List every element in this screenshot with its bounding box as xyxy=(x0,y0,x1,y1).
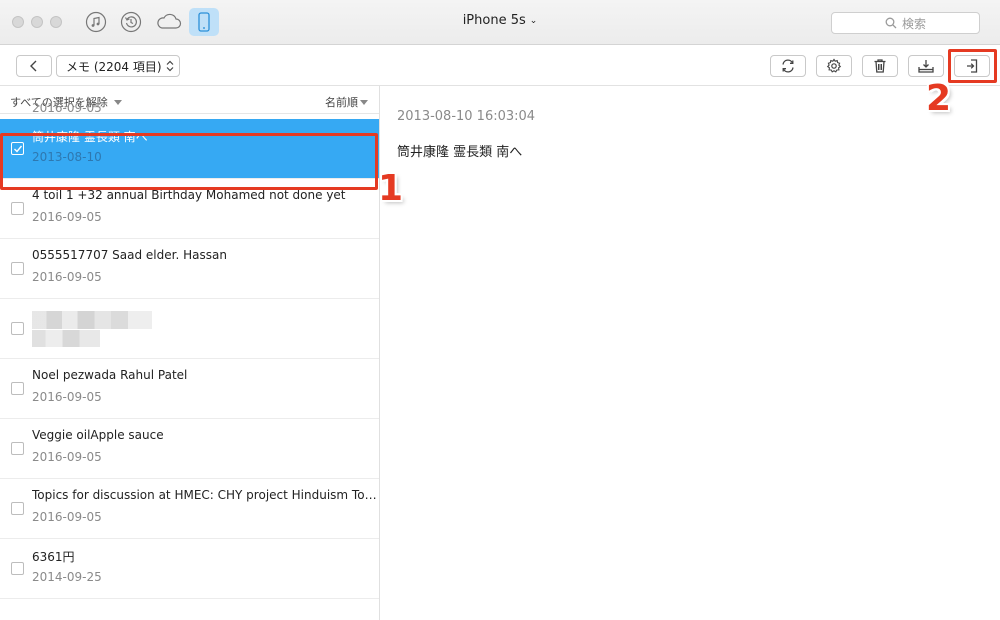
device-selector[interactable]: iPhone 5s ⌄ xyxy=(463,13,538,28)
step1-label: 1 xyxy=(378,168,404,209)
item-checkbox[interactable] xyxy=(11,322,24,335)
chevron-down-icon: ⌄ xyxy=(529,16,538,26)
cloud-icon[interactable] xyxy=(154,9,184,35)
export-to-computer-icon xyxy=(918,60,934,73)
history-icon[interactable] xyxy=(118,9,144,35)
list-item-date: 2014-09-25 xyxy=(32,570,102,584)
list-item-date: 2016-09-05 xyxy=(32,390,102,404)
toolbar: メモ (2204 項目) xyxy=(0,46,1000,86)
list-item[interactable]: Veggie oilApple sauce 2016-09-05 xyxy=(0,419,379,479)
phone-icon[interactable] xyxy=(189,8,219,36)
trash-icon xyxy=(874,59,886,73)
list-item-date: 2016-09-05 xyxy=(32,101,102,115)
list-item-title: Veggie oilApple sauce xyxy=(32,428,164,442)
refresh-button[interactable] xyxy=(770,55,806,77)
refresh-icon xyxy=(782,59,794,73)
list-item-title: 4 toil 1 +32 annual Birthday Mohamed not… xyxy=(32,188,346,202)
list-item[interactable]: Topics for discussion at HMEC: CHY proje… xyxy=(0,479,379,539)
item-checkbox[interactable] xyxy=(11,262,24,275)
list-item[interactable] xyxy=(0,299,379,359)
step2-highlight-box xyxy=(948,49,997,83)
note-timestamp: 2013-08-10 16:03:04 xyxy=(397,109,536,124)
music-icon[interactable] xyxy=(83,9,109,35)
step2-label: 2 xyxy=(926,78,952,119)
list-item[interactable]: Noel pezwada Rahul Patel 2016-09-05 xyxy=(0,359,379,419)
list-item-date: 2016-09-05 xyxy=(32,450,102,464)
device-name: iPhone 5s xyxy=(462,13,526,28)
search-input[interactable]: 検索 xyxy=(831,12,980,34)
step1-highlight-box xyxy=(0,133,378,190)
redacted-title xyxy=(32,311,152,329)
updown-chevron-icon xyxy=(166,60,173,72)
zoom-window-button[interactable] xyxy=(50,16,62,28)
minimize-window-button[interactable] xyxy=(31,16,43,28)
list-item-date: 2016-09-05 xyxy=(32,510,102,524)
note-detail-panel: 2013-08-10 16:03:04 筒井康隆 霊長類 南へ xyxy=(381,86,1000,620)
back-button[interactable] xyxy=(16,55,52,77)
list-item[interactable]: 0555517707 Saad elder. Hassan 2016-09-05 xyxy=(0,239,379,299)
item-checkbox[interactable] xyxy=(11,502,24,515)
chevron-left-icon xyxy=(30,60,37,72)
settings-icon xyxy=(826,58,842,73)
export-to-computer-button[interactable] xyxy=(908,55,944,77)
category-select-label: メモ (2204 項目) xyxy=(66,59,162,74)
item-checkbox[interactable] xyxy=(11,562,24,575)
list-item-date: 2016-09-05 xyxy=(32,210,102,224)
search-placeholder: 検索 xyxy=(901,16,926,31)
item-checkbox[interactable] xyxy=(11,382,24,395)
title-bar: iPhone 5s ⌄ 検索 xyxy=(0,0,1000,45)
delete-button[interactable] xyxy=(862,55,898,77)
list-item-title: Topics for discussion at HMEC: CHY proje… xyxy=(32,488,378,502)
settings-button[interactable] xyxy=(816,55,852,77)
item-checkbox[interactable] xyxy=(11,202,24,215)
list-item[interactable]: 6361円 2014-09-25 xyxy=(0,539,379,599)
list-item-title: 0555517707 Saad elder. Hassan xyxy=(32,248,227,262)
note-content: 筒井康隆 霊長類 南へ xyxy=(397,145,523,160)
search-icon xyxy=(885,17,897,29)
list-item-title: Noel pezwada Rahul Patel xyxy=(32,368,188,382)
close-window-button[interactable] xyxy=(12,16,24,28)
list-item-title: 6361円 xyxy=(32,550,75,564)
list-item-date: 2016-09-05 xyxy=(32,270,102,284)
list-item[interactable]: 2016-09-05 xyxy=(0,101,379,119)
item-checkbox[interactable] xyxy=(11,442,24,455)
redacted-date xyxy=(32,330,100,347)
category-select[interactable]: メモ (2204 項目) xyxy=(56,55,180,77)
